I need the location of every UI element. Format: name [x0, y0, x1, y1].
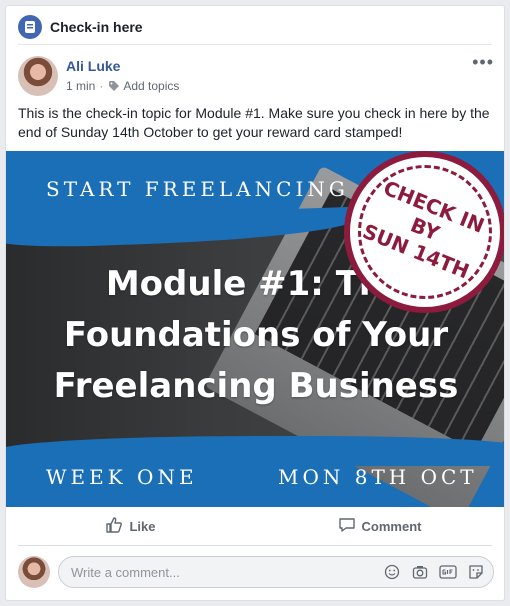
image-top-text: START FREELANCING: [46, 177, 349, 201]
brush-stroke-bottom: [6, 436, 504, 466]
emoji-icon[interactable]: [383, 563, 401, 581]
like-button[interactable]: Like: [6, 516, 255, 537]
thumbs-up-icon: [105, 516, 123, 537]
comment-button[interactable]: Comment: [255, 516, 504, 537]
camera-icon[interactable]: [411, 563, 429, 581]
actions-divider: [18, 545, 492, 546]
more-options-icon[interactable]: •••: [472, 53, 494, 71]
post-timestamp[interactable]: 1 min: [66, 79, 95, 93]
comment-box: [58, 556, 494, 588]
speech-bubble-icon: [338, 516, 356, 537]
image-date-text: MON 8TH OCT: [278, 465, 478, 489]
post-text: This is the check-in topic for Module #1…: [18, 105, 490, 140]
check-in-stamp: CHECK IN BY SUN 14TH: [344, 151, 504, 313]
sticker-icon[interactable]: [467, 563, 485, 581]
gif-icon[interactable]: [439, 563, 457, 581]
tag-icon: [109, 81, 120, 91]
author-avatar[interactable]: [18, 56, 58, 96]
comment-input[interactable]: [69, 563, 383, 581]
image-week-text: WEEK ONE: [46, 465, 198, 489]
topic-header: Check-in here: [6, 6, 504, 46]
comment-label: Comment: [361, 518, 422, 534]
commenter-avatar: [18, 556, 50, 588]
meta-separator: ·: [99, 79, 104, 93]
topic-title[interactable]: Check-in here: [50, 19, 143, 35]
header-divider: [18, 44, 492, 45]
author-name[interactable]: Ali Luke: [66, 58, 120, 74]
post-card: Check-in here Ali Luke 1 min · Add topic…: [5, 5, 505, 601]
comment-tools: [383, 563, 485, 581]
add-topics-link[interactable]: Add topics: [123, 79, 179, 93]
post-meta: 1 min · Add topics: [66, 79, 179, 93]
post-actions: Like Comment: [6, 507, 504, 545]
like-label: Like: [129, 518, 156, 534]
topic-icon: [18, 15, 42, 39]
post-image[interactable]: START FREELANCING Module #1: The Foundat…: [6, 151, 504, 507]
